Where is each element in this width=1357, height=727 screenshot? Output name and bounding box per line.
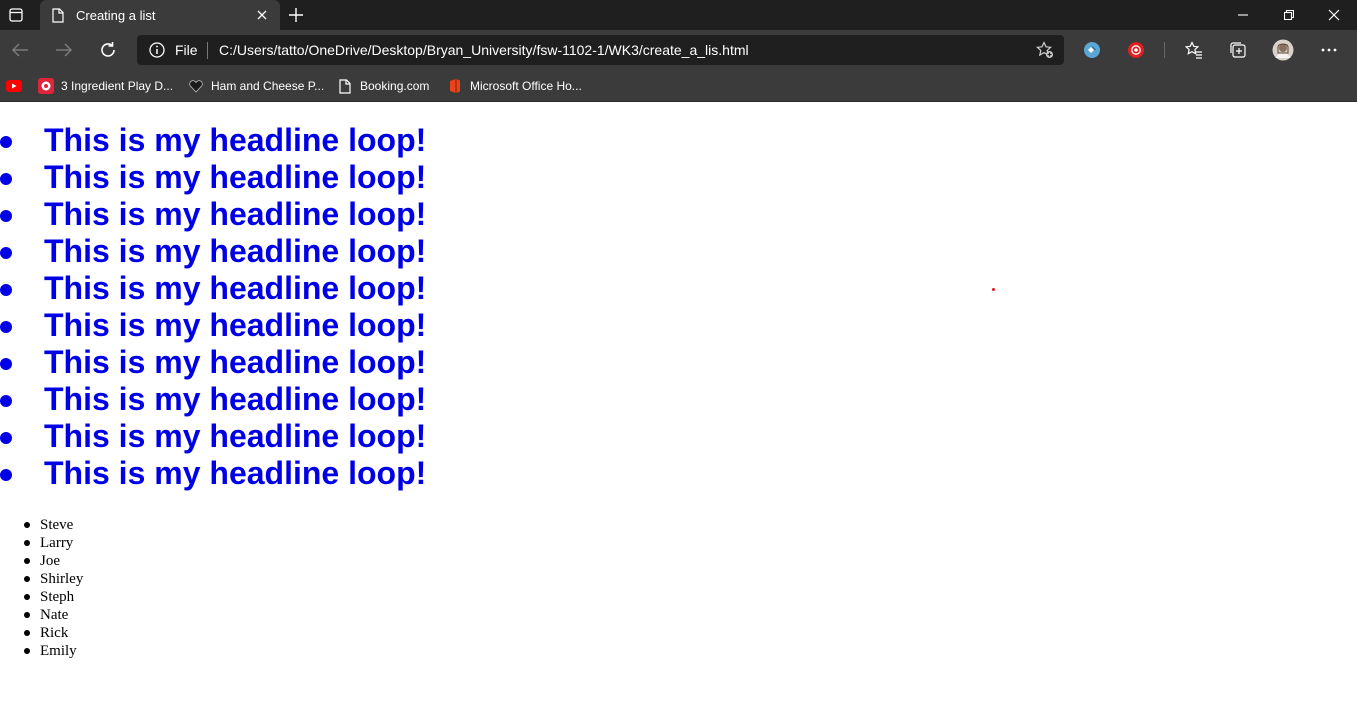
- minimize-icon: [1238, 14, 1248, 16]
- collections-icon[interactable]: [1229, 41, 1247, 59]
- bookmark-label: 3 Ingredient Play D...: [61, 79, 174, 93]
- page-icon: [337, 78, 353, 94]
- headline-text: This is my headline loop!: [44, 381, 427, 417]
- arrow-left-icon: [11, 43, 28, 57]
- restore-icon: [1284, 10, 1294, 20]
- heart-icon: [188, 78, 204, 94]
- refresh-icon: [101, 42, 115, 57]
- forward-button[interactable]: [50, 36, 78, 64]
- extension-red-icon[interactable]: [1127, 41, 1145, 59]
- name-text: Steph: [40, 589, 75, 605]
- office-icon: [447, 78, 463, 94]
- headline-text: This is my headline loop!: [44, 455, 427, 491]
- address-separator: [207, 42, 208, 59]
- name-text: Emily: [40, 643, 77, 659]
- cursor-dot: [992, 288, 995, 291]
- new-tab-button[interactable]: [284, 3, 308, 27]
- name-text: Steve: [40, 517, 74, 533]
- bullet: [24, 540, 30, 546]
- bullet: [24, 648, 30, 654]
- arrow-right-icon: [56, 43, 73, 57]
- tab-actions-icon: [9, 8, 23, 22]
- close-icon: [1328, 9, 1340, 21]
- restore-button[interactable]: [1266, 0, 1312, 30]
- bookmarks-bar: 3 Ingredient Play D... Ham and Cheese P.…: [0, 70, 1357, 102]
- headline-text: This is my headline loop!: [44, 344, 427, 380]
- bullet: [0, 321, 12, 333]
- bookmark-office[interactable]: Microsoft Office Ho...: [447, 75, 582, 97]
- tab-actions-button[interactable]: [0, 0, 32, 30]
- name-text: Nate: [40, 607, 69, 623]
- toolbar-separator: [1164, 42, 1165, 58]
- back-button[interactable]: [6, 36, 34, 64]
- bookmark-3-ingredient[interactable]: 3 Ingredient Play D...: [38, 75, 173, 97]
- bullet: [0, 395, 12, 407]
- plus-icon: [289, 8, 303, 22]
- bookmark-booking[interactable]: Booking.com: [337, 75, 429, 97]
- bullet: [24, 594, 30, 600]
- bullet: [24, 558, 30, 564]
- headline-text: This is my headline loop!: [44, 270, 427, 306]
- address-bar[interactable]: File C:/Users/tatto/OneDrive/Desktop/Bry…: [137, 35, 1064, 65]
- bullet: [0, 173, 12, 185]
- info-icon[interactable]: [149, 42, 165, 58]
- name-text: Larry: [40, 535, 74, 551]
- youtube-icon: [6, 78, 22, 94]
- page-content: This is my headline loop! This is my hea…: [0, 102, 1357, 727]
- bookmark-label: Ham and Cheese P...: [211, 79, 325, 93]
- bullet: [24, 630, 30, 636]
- close-window-button[interactable]: [1311, 0, 1357, 30]
- url-text[interactable]: C:/Users/tatto/OneDrive/Desktop/Bryan_Un…: [219, 42, 749, 58]
- bullet: [0, 210, 12, 222]
- name-text: Joe: [40, 553, 60, 569]
- headline-text: This is my headline loop!: [44, 307, 427, 343]
- bookmark-label: Booking.com: [360, 79, 430, 93]
- bookmark-youtube[interactable]: [6, 75, 29, 97]
- scheme-label: File: [175, 42, 198, 58]
- extension-blue-icon[interactable]: [1083, 41, 1101, 59]
- minimize-button[interactable]: [1220, 0, 1266, 30]
- bookmark-label: Microsoft Office Ho...: [470, 79, 582, 93]
- bullet: [0, 432, 12, 444]
- browser-tab[interactable]: Creating a list: [40, 0, 280, 30]
- headline-text: This is my headline loop!: [44, 159, 427, 195]
- headline-text: This is my headline loop!: [44, 122, 427, 158]
- bullet: [0, 284, 12, 296]
- tab-title: Creating a list: [76, 7, 156, 23]
- bullet: [24, 522, 30, 528]
- headline-text: This is my headline loop!: [44, 233, 427, 269]
- add-favorite-icon[interactable]: [1036, 41, 1054, 59]
- bookmark-ham-cheese[interactable]: Ham and Cheese P...: [188, 75, 324, 97]
- close-tab-icon[interactable]: [250, 3, 274, 27]
- more-icon[interactable]: [1320, 41, 1338, 59]
- bullet: [0, 358, 12, 370]
- bullet: [0, 469, 12, 481]
- refresh-button[interactable]: [94, 36, 122, 64]
- favorites-icon[interactable]: [1185, 41, 1203, 59]
- recipe-icon: [38, 78, 54, 94]
- bullet: [0, 247, 12, 259]
- headline-text: This is my headline loop!: [44, 418, 427, 454]
- bullet: [24, 576, 30, 582]
- tab-strip: Creating a list: [0, 0, 1357, 30]
- name-text: Rick: [40, 625, 69, 641]
- name-text: Shirley: [40, 571, 84, 587]
- headline-text: This is my headline loop!: [44, 196, 427, 232]
- bullet: [24, 612, 30, 618]
- profile-avatar[interactable]: [1272, 39, 1294, 61]
- page-icon: [52, 7, 66, 23]
- bullet: [0, 136, 12, 148]
